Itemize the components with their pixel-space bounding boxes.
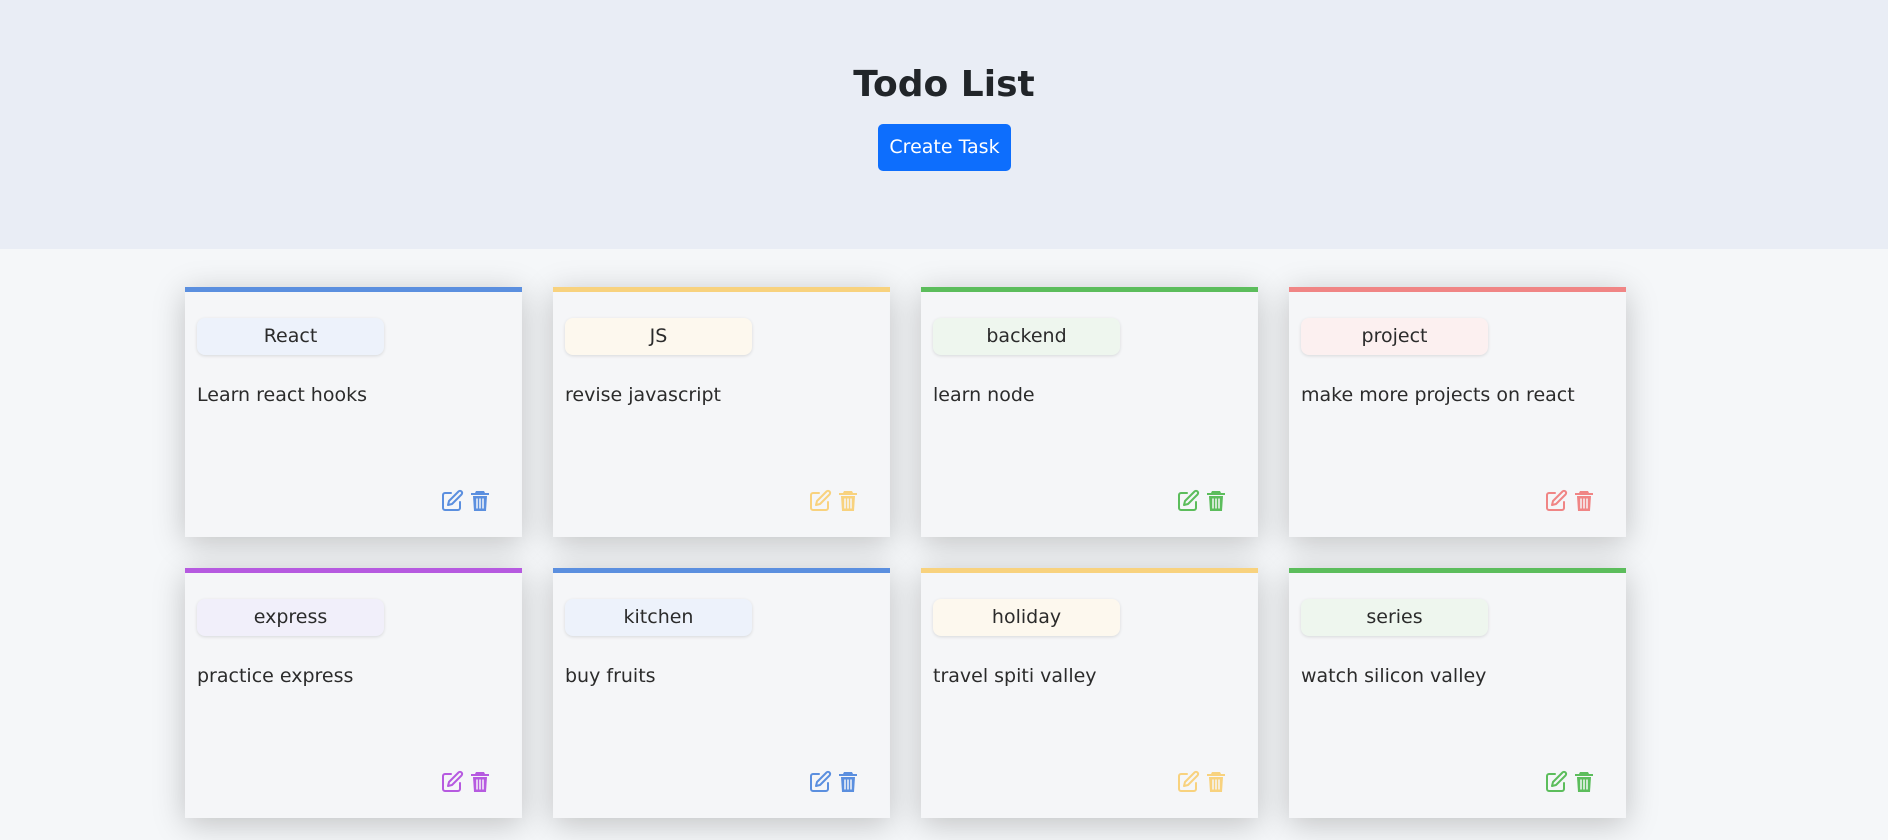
page-title: Todo List [853,64,1035,105]
task-description: Learn react hooks [197,384,367,406]
create-task-button[interactable]: Create Task [878,124,1011,171]
task-actions [1176,489,1236,513]
task-category-tag: series [1301,599,1488,636]
trash-icon[interactable] [468,489,492,513]
task-category-tag: holiday [933,599,1120,636]
trash-icon[interactable] [1204,770,1228,794]
task-description: learn node [933,384,1035,406]
task-description: practice express [197,665,354,687]
task-category-tag: React [197,318,384,355]
trash-icon[interactable] [1572,489,1596,513]
task-actions [808,770,868,794]
task-description: buy fruits [565,665,656,687]
task-category-tag: project [1301,318,1488,355]
page-header: Todo List Create Task [0,0,1888,249]
task-actions [808,489,868,513]
edit-icon[interactable] [808,770,832,794]
task-card: express practice express [185,568,522,818]
edit-icon[interactable] [440,770,464,794]
trash-icon[interactable] [836,489,860,513]
task-description: travel spiti valley [933,665,1097,687]
task-description: make more projects on react [1301,384,1575,406]
task-category-tag: kitchen [565,599,752,636]
task-card: backend learn node [921,287,1258,537]
edit-icon[interactable] [1544,489,1568,513]
edit-icon[interactable] [1544,770,1568,794]
task-card: series watch silicon valley [1289,568,1626,818]
task-actions [440,770,500,794]
edit-icon[interactable] [808,489,832,513]
edit-icon[interactable] [1176,489,1200,513]
task-actions [1544,770,1604,794]
task-card: React Learn react hooks [185,287,522,537]
trash-icon[interactable] [468,770,492,794]
task-actions [440,489,500,513]
trash-icon[interactable] [1204,489,1228,513]
task-card: JS revise javascript [553,287,890,537]
task-actions [1544,489,1604,513]
task-category-tag: express [197,599,384,636]
task-card: project make more projects on react [1289,287,1626,537]
task-actions [1176,770,1236,794]
edit-icon[interactable] [1176,770,1200,794]
trash-icon[interactable] [1572,770,1596,794]
task-category-tag: backend [933,318,1120,355]
edit-icon[interactable] [440,489,464,513]
task-description: watch silicon valley [1301,665,1487,687]
task-card: kitchen buy fruits [553,568,890,818]
task-category-tag: JS [565,318,752,355]
trash-icon[interactable] [836,770,860,794]
task-card: holiday travel spiti valley [921,568,1258,818]
task-description: revise javascript [565,384,721,406]
